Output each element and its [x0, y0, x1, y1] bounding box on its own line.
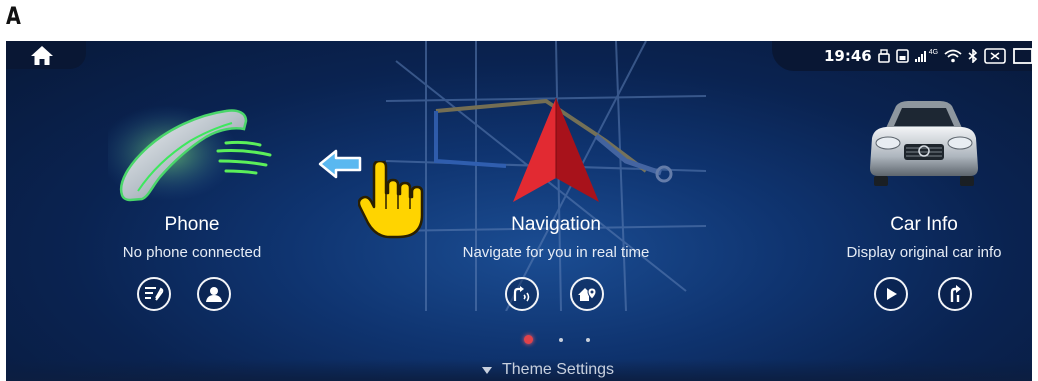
wifi-icon [944, 49, 962, 63]
theme-settings-button[interactable]: Theme Settings [482, 361, 614, 379]
usb-icon [877, 49, 890, 63]
window-icon[interactable] [1012, 48, 1032, 64]
contacts-icon [206, 287, 222, 302]
bluetooth-icon [968, 49, 978, 63]
top-bar: 19:46 4G [6, 41, 1032, 71]
caret-down-icon [482, 366, 492, 374]
navigation-subtitle: Navigate for you in real time [462, 244, 650, 261]
turn-icon [950, 285, 961, 302]
home-nav-icon [578, 287, 597, 301]
play-button[interactable] [874, 277, 908, 311]
car-info-title: Car Info [890, 214, 958, 235]
status-bar: 19:46 4G [772, 41, 1032, 71]
clock: 19:46 [824, 47, 872, 65]
call-log-button[interactable] [137, 277, 171, 311]
page-dot-2[interactable] [559, 338, 563, 342]
home-icon [31, 45, 53, 65]
call-log-icon [145, 287, 164, 301]
car-icon [870, 101, 978, 186]
network-type: 4G [928, 48, 939, 56]
home-navigation-button[interactable] [570, 277, 604, 311]
figure-label: A [6, 2, 21, 30]
phone-title: Phone [164, 214, 220, 235]
car-display-screen: 19:46 4G Phone No phone connected Naviga… [6, 41, 1032, 381]
screen-mirror-icon[interactable] [984, 48, 1006, 64]
page-dot-3[interactable] [586, 338, 590, 342]
hand-pointer-icon [358, 161, 424, 239]
contacts-button[interactable] [197, 277, 231, 311]
theme-settings-label: Theme Settings [502, 361, 615, 378]
navigation-title: Navigation [511, 214, 601, 235]
phone-handset-icon [108, 105, 272, 202]
signal-icon: 4G [914, 48, 939, 62]
app-car-info[interactable]: Car Info Display original car info [819, 96, 1029, 316]
sd-card-icon [895, 49, 909, 63]
turn-button[interactable] [938, 277, 972, 311]
page-indicator[interactable] [524, 335, 594, 347]
voice-navigation-button[interactable] [505, 277, 539, 311]
page-dot-1[interactable] [524, 335, 533, 344]
swipe-left-arrow-icon [318, 149, 362, 179]
phone-subtitle: No phone connected [122, 244, 262, 261]
navigation-arrow-icon [513, 98, 599, 202]
app-navigation[interactable]: Navigation Navigate for you in real time [436, 96, 676, 316]
home-button[interactable] [6, 41, 86, 69]
voice-nav-icon [513, 286, 530, 302]
car-info-subtitle: Display original car info [846, 244, 1002, 261]
play-icon [887, 288, 897, 300]
app-phone[interactable]: Phone No phone connected [92, 101, 292, 316]
